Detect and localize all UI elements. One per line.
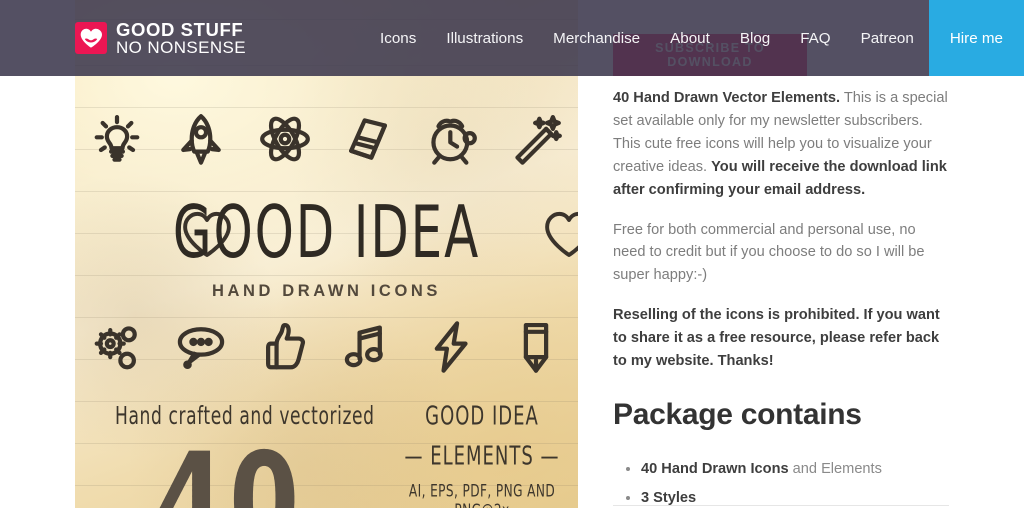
- pencil-icon: [509, 320, 563, 374]
- nav-item-patreon[interactable]: Patreon: [846, 0, 929, 76]
- brand-text: GOOD STUFF NO NONSENSE: [116, 18, 247, 57]
- page-root: GOOD IDEA HAND DRAWN ICONS Hand crafted …: [0, 0, 1024, 508]
- product-preview-image: GOOD IDEA HAND DRAWN ICONS Hand crafted …: [75, 0, 578, 508]
- description-body: 40 Hand Drawn Vector Elements. This is a…: [613, 87, 949, 508]
- product-image-title: GOOD IDEA: [172, 189, 481, 275]
- gears-icon: [90, 320, 144, 374]
- product-image-title-block: GOOD IDEA HAND DRAWN ICONS: [75, 189, 578, 301]
- atom-icon: [258, 112, 312, 166]
- nav-item-about[interactable]: About: [655, 0, 725, 76]
- brand-line-1: GOOD STUFF: [116, 18, 244, 40]
- lightning-bolt-icon: [425, 320, 479, 374]
- main-navigation: Icons Illustrations Merchandise About Bl…: [365, 0, 1024, 76]
- speech-bubble-icon: [174, 320, 228, 374]
- content-container: GOOD IDEA HAND DRAWN ICONS Hand crafted …: [75, 0, 949, 508]
- list-item: 40 Hand Drawn Icons and Elements: [641, 458, 949, 481]
- reselling-notice: Reselling of the icons is prohibited. If…: [613, 307, 940, 370]
- hire-me-button[interactable]: Hire me: [928, 0, 1024, 76]
- brand-line-2: NO NONSENSE: [116, 37, 247, 57]
- site-header: GOOD STUFF NO NONSENSE Icons Illustratio…: [0, 0, 1024, 76]
- package-item-rest: and Elements: [788, 461, 882, 478]
- section-divider: [613, 505, 949, 506]
- nav-item-blog[interactable]: Blog: [725, 0, 785, 76]
- product-image-subtitle: HAND DRAWN ICONS: [211, 282, 441, 301]
- heart-mustache-icon: [75, 22, 107, 54]
- caption-line-3: AI, EPS, PDF, PNG AND PNG@2x: [408, 482, 556, 508]
- caption-line-2: — ELEMENTS —: [404, 440, 560, 471]
- magic-wand-icon: [509, 112, 563, 166]
- caption-line-1: GOOD IDEA: [425, 400, 539, 431]
- package-item-bold: 40 Hand Drawn Icons: [641, 461, 789, 478]
- package-contains-list: 40 Hand Drawn Icons and Elements 3 Style…: [613, 458, 949, 508]
- description-lead-bold: 40 Hand Drawn Vector Elements.: [613, 90, 841, 106]
- nav-item-icons[interactable]: Icons: [365, 0, 431, 76]
- product-image-caption: GOOD IDEA — ELEMENTS — AI, EPS, PDF, PNG…: [387, 400, 577, 508]
- alarm-clock-icon: [425, 112, 479, 166]
- nav-item-faq[interactable]: FAQ: [785, 0, 845, 76]
- description-paragraph-2: Free for both commercial and personal us…: [613, 221, 925, 284]
- nav-item-merchandise[interactable]: Merchandise: [538, 0, 655, 76]
- rocket-icon: [174, 112, 228, 166]
- icon-row-top: [75, 108, 578, 170]
- brand-logo-link[interactable]: GOOD STUFF NO NONSENSE: [0, 0, 264, 76]
- lightbulb-icon: [90, 112, 144, 166]
- thumbs-up-icon: [258, 320, 312, 374]
- page-content: GOOD IDEA HAND DRAWN ICONS Hand crafted …: [0, 0, 1024, 508]
- product-description-column: SUBSCRIBE TO DOWNLOAD 40 Hand Drawn Vect…: [613, 0, 949, 508]
- package-contains-heading: Package contains: [613, 397, 862, 431]
- icon-row-bottom: [75, 316, 578, 378]
- book-icon: [341, 112, 395, 166]
- nav-item-illustrations[interactable]: Illustrations: [431, 0, 538, 76]
- description-paragraph-1: 40 Hand Drawn Vector Elements. This is a…: [613, 87, 949, 202]
- music-note-icon: [341, 320, 395, 374]
- description-paragraph-3: Reselling of the icons is prohibited. If…: [613, 304, 949, 373]
- package-item-bold: 3 Styles: [641, 489, 697, 506]
- product-image-count: 40: [155, 436, 303, 508]
